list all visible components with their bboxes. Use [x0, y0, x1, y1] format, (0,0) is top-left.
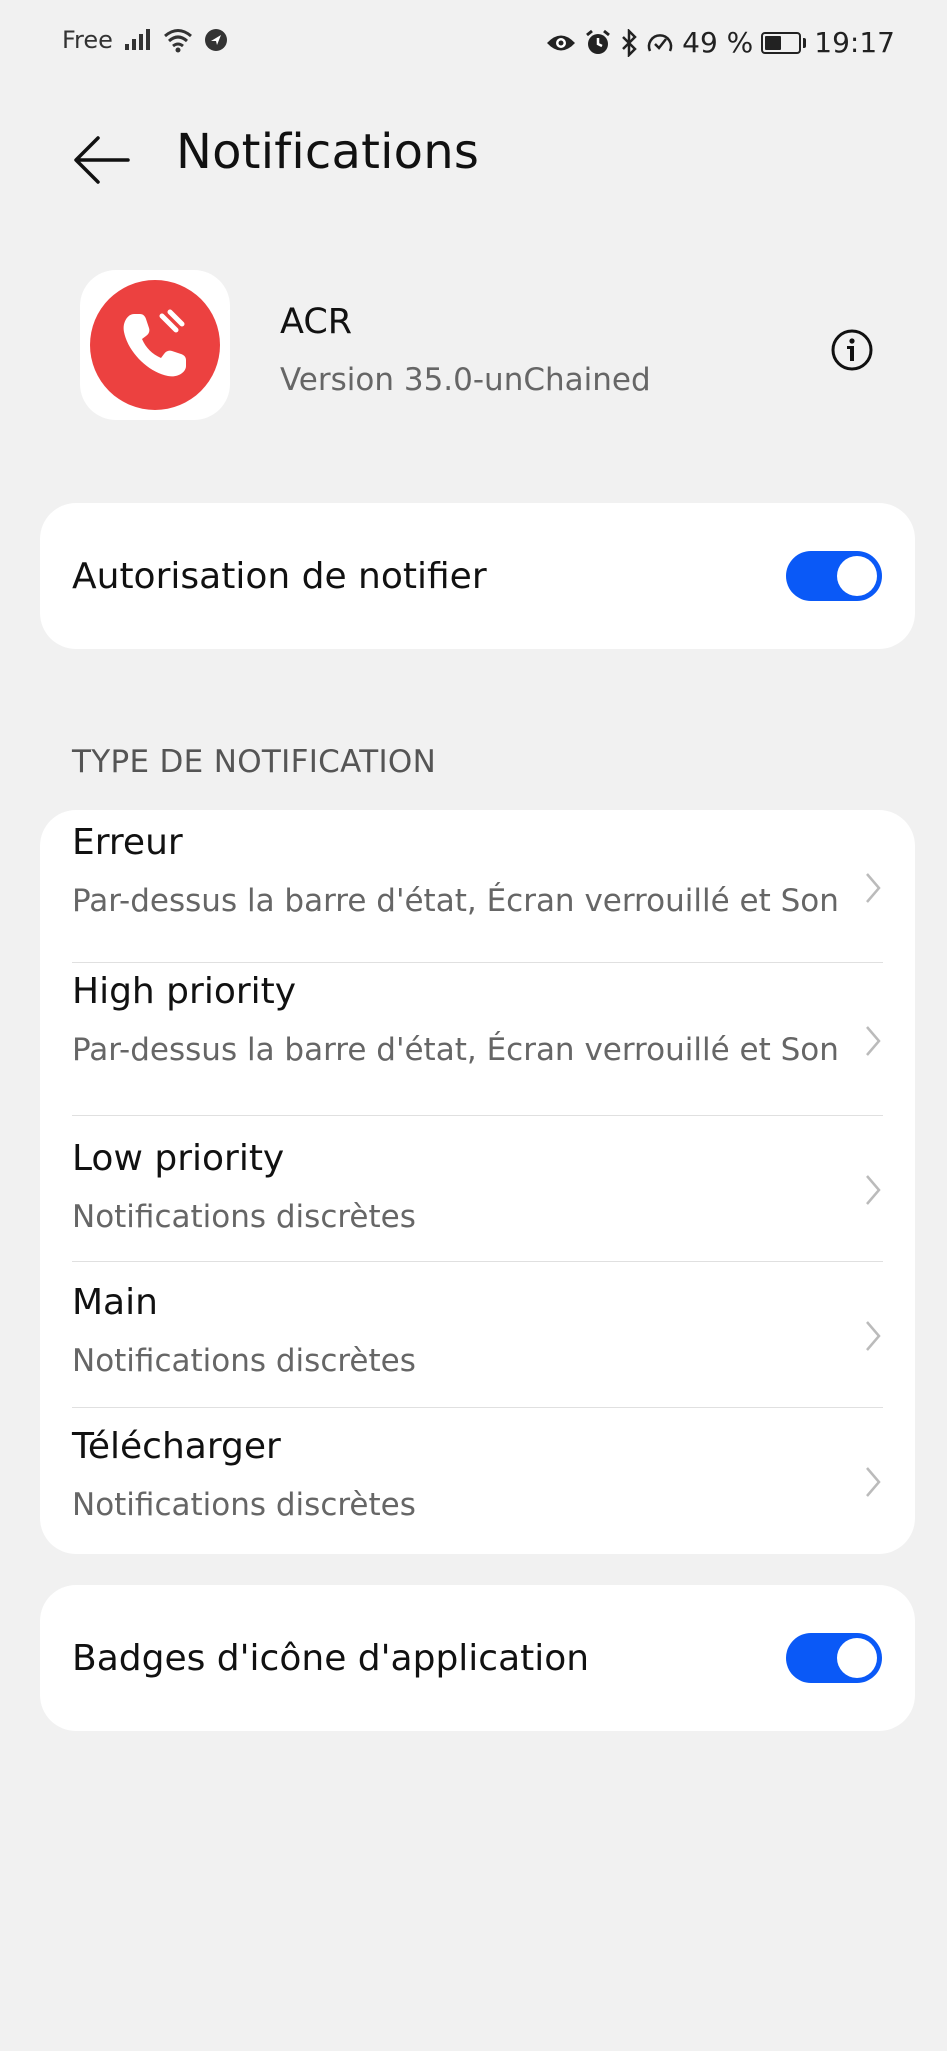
switch-knob [837, 556, 877, 596]
allow-notifications-switch[interactable] [786, 551, 882, 601]
app-icon-badges-label: Badges d'icône d'application [72, 1637, 590, 1679]
notification-settings-screen: Free 49 % 19:17 Notifications ACR Versio… [0, 0, 947, 2051]
signal-icon [123, 28, 153, 52]
phone-icon [90, 280, 220, 410]
wifi-icon [163, 27, 193, 53]
battery-percent: 49 % [682, 26, 754, 59]
channel-title: Main [72, 1282, 158, 1323]
clock: 19:17 [814, 26, 895, 59]
switch-knob [837, 1638, 877, 1678]
app-icon [80, 270, 230, 420]
channel-title: High priority [72, 971, 297, 1012]
allow-notifications-label: Autorisation de notifier [72, 555, 487, 597]
status-bar-right: 49 % 19:17 [546, 26, 895, 59]
channel-row-telecharger[interactable]: Télécharger Notifications discrètes [40, 1408, 915, 1554]
chevron-right-icon [866, 1321, 881, 1351]
data-saver-icon [646, 29, 674, 57]
carrier-label: Free [62, 26, 113, 54]
channel-title: Télécharger [72, 1426, 281, 1467]
channel-title: Erreur [72, 822, 183, 863]
chevron-right-icon [866, 1026, 881, 1056]
allow-notifications-card: Autorisation de notifier [40, 503, 915, 649]
channel-subtitle: Par-dessus la barre d'état, Écran verrou… [72, 883, 839, 919]
channel-subtitle: Notifications discrètes [72, 1343, 416, 1379]
channel-row-low-priority[interactable]: Low priority Notifications discrètes [40, 1116, 915, 1261]
info-icon[interactable] [830, 328, 874, 372]
channel-subtitle: Notifications discrètes [72, 1199, 416, 1235]
app-name: ACR [280, 302, 353, 342]
notification-channels-card: Erreur Par-dessus la barre d'état, Écran… [40, 810, 915, 1554]
app-icon-badges-card: Badges d'icône d'application [40, 1585, 915, 1731]
eye-icon [546, 32, 576, 54]
bluetooth-icon [620, 28, 638, 57]
app-icon-badges-switch[interactable] [786, 1633, 882, 1683]
channel-subtitle: Notifications discrètes [72, 1487, 416, 1523]
app-icon-badges-row[interactable]: Badges d'icône d'application [40, 1585, 915, 1731]
alarm-icon [584, 29, 612, 57]
channel-title: Low priority [72, 1138, 285, 1179]
location-icon [203, 27, 229, 53]
channel-row-main[interactable]: Main Notifications discrètes [40, 1262, 915, 1407]
channel-row-high-priority[interactable]: High priority Par-dessus la barre d'état… [40, 963, 915, 1115]
chevron-right-icon [866, 1467, 881, 1497]
allow-notifications-row[interactable]: Autorisation de notifier [40, 503, 915, 649]
app-bar: Notifications [0, 110, 947, 210]
chevron-right-icon [866, 873, 881, 903]
status-bar-left: Free [62, 26, 229, 54]
app-version: Version 35.0-unChained [280, 362, 651, 398]
channel-subtitle: Par-dessus la barre d'état, Écran verrou… [72, 1032, 839, 1068]
back-arrow-icon[interactable] [72, 132, 132, 188]
section-header-notification-type: TYPE DE NOTIFICATION [72, 744, 437, 780]
chevron-right-icon [866, 1175, 881, 1205]
status-bar: Free 49 % 19:17 [0, 0, 947, 90]
battery-icon [761, 31, 807, 54]
channel-row-erreur[interactable]: Erreur Par-dessus la barre d'état, Écran… [40, 810, 915, 962]
page-title: Notifications [176, 124, 480, 180]
